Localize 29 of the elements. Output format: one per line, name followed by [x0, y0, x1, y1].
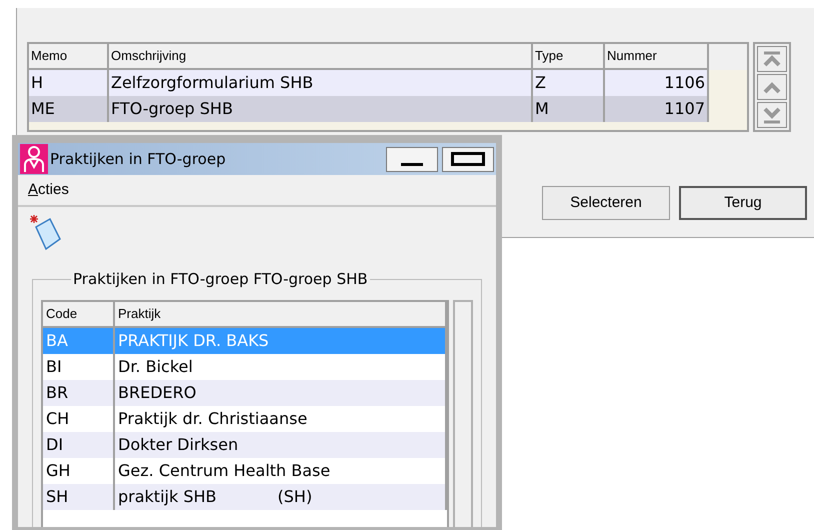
list-row[interactable]: DI Dokter Dirksen [43, 432, 447, 458]
maximize-icon [451, 152, 485, 166]
chevron-up-icon [762, 80, 782, 94]
double-chevron-up-icon [762, 50, 782, 68]
person-icon [20, 144, 48, 174]
table-row[interactable]: ME FTO-groep SHB M 1107 [29, 96, 709, 122]
minimize-icon [401, 162, 423, 166]
table-cell: praktijk SHB (SH) [115, 484, 447, 510]
scroll-up-button[interactable] [757, 74, 787, 100]
scroll-down-button[interactable] [757, 102, 787, 128]
window-title: Praktijken in FTO-groep [50, 148, 226, 170]
scroll-top-button[interactable] [757, 46, 787, 72]
list-row[interactable]: SH praktijk SHB (SH) [43, 484, 447, 510]
table-cell: M [533, 96, 605, 122]
scrollbar[interactable] [753, 42, 791, 132]
table-cell: SH [43, 484, 115, 510]
dialog-button[interactable]: Selecteren [542, 186, 670, 220]
maximize-button[interactable] [442, 146, 494, 172]
table-cell: FTO-groep SHB [109, 96, 533, 122]
scrollbar[interactable] [453, 300, 473, 527]
list-row[interactable]: BR BREDERO [43, 380, 447, 406]
table-cell: ME [29, 96, 109, 122]
minimize-button[interactable] [386, 146, 438, 172]
dialog-button[interactable]: Terug [679, 186, 807, 220]
table-cell: 1107 [605, 96, 709, 122]
chevron-down-icon [762, 106, 782, 124]
menu-item[interactable]: Acties [28, 178, 69, 202]
new-document-icon [28, 213, 62, 253]
table-row[interactable]: H Zelfzorgformularium SHB Z 1106 [29, 70, 709, 96]
